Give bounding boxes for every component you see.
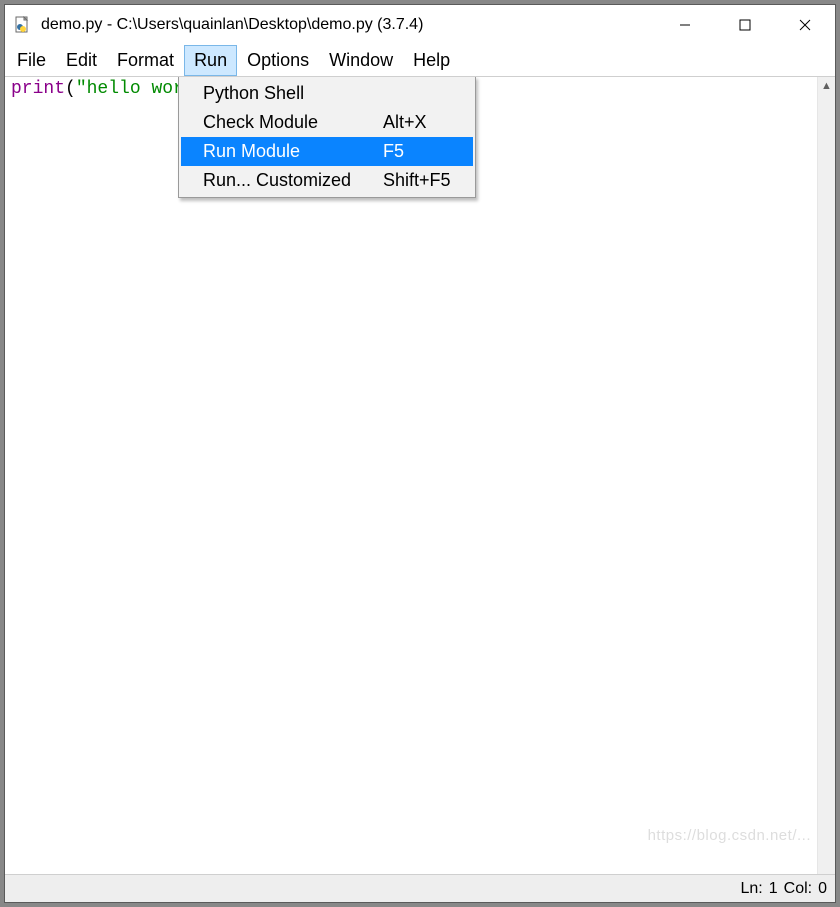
menu-help[interactable]: Help: [403, 45, 460, 76]
menuitem-check-module[interactable]: Check Module Alt+X: [181, 108, 473, 137]
scroll-up-icon[interactable]: ▲: [818, 77, 835, 95]
menuitem-label: Check Module: [203, 112, 383, 133]
menuitem-label: Run... Customized: [203, 170, 383, 191]
menu-window[interactable]: Window: [319, 45, 403, 76]
status-line-label: Ln:: [740, 880, 762, 898]
menubar: File Edit Format Run Options Window Help: [5, 45, 835, 77]
menuitem-accel: Shift+F5: [383, 170, 463, 191]
menuitem-label: Run Module: [203, 141, 383, 162]
titlebar[interactable]: demo.py - C:\Users\quainlan\Desktop\demo…: [5, 5, 835, 45]
menu-format[interactable]: Format: [107, 45, 184, 76]
window-controls: [655, 5, 835, 45]
window-title: demo.py - C:\Users\quainlan\Desktop\demo…: [41, 16, 423, 34]
menu-run[interactable]: Run: [184, 45, 237, 76]
menu-edit[interactable]: Edit: [56, 45, 107, 76]
menu-options[interactable]: Options: [237, 45, 319, 76]
menu-file[interactable]: File: [7, 45, 56, 76]
menuitem-run-module[interactable]: Run Module F5: [181, 137, 473, 166]
menuitem-python-shell[interactable]: Python Shell: [181, 79, 473, 108]
menuitem-run-customized[interactable]: Run... Customized Shift+F5: [181, 166, 473, 195]
app-window: demo.py - C:\Users\quainlan\Desktop\demo…: [4, 4, 836, 903]
menuitem-accel: Alt+X: [383, 112, 463, 133]
watermark-text: https://blog.csdn.net/...: [648, 827, 811, 844]
maximize-button[interactable]: [715, 5, 775, 45]
status-line-value: 1: [769, 880, 778, 898]
code-token-builtin: print: [11, 79, 65, 99]
statusbar: Ln: 1 Col: 0: [5, 874, 835, 902]
code-token-punct: (: [65, 79, 76, 99]
python-file-icon: [13, 15, 33, 35]
code-token-string: "hello wor: [76, 79, 184, 99]
close-button[interactable]: [775, 5, 835, 45]
status-col-value: 0: [818, 880, 827, 898]
status-col-label: Col:: [784, 880, 812, 898]
menuitem-accel: F5: [383, 141, 463, 162]
run-menu-dropdown: Python Shell Check Module Alt+X Run Modu…: [178, 77, 476, 198]
menuitem-label: Python Shell: [203, 83, 383, 104]
editor-area[interactable]: print("hello wor ▲ Python Shell Check Mo…: [5, 77, 835, 874]
minimize-button[interactable]: [655, 5, 715, 45]
vertical-scrollbar[interactable]: ▲: [817, 77, 835, 874]
